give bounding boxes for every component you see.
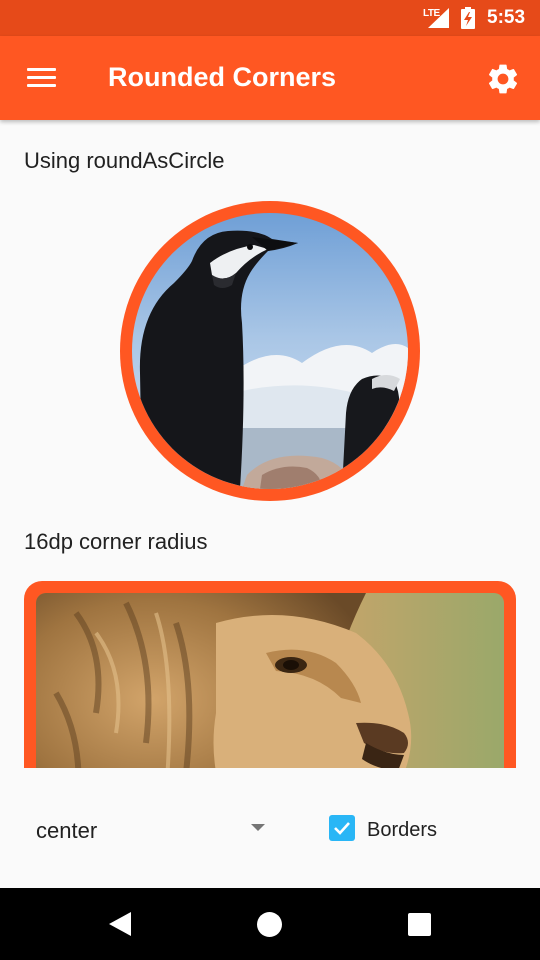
menu-icon[interactable]	[22, 62, 62, 94]
lion-image	[36, 593, 504, 768]
checkmark-icon	[334, 822, 350, 835]
page-title: Rounded Corners	[108, 62, 337, 92]
recents-icon[interactable]	[408, 913, 431, 936]
borders-checkbox[interactable]	[329, 815, 355, 841]
home-icon[interactable]	[257, 912, 282, 937]
back-icon[interactable]	[107, 911, 133, 937]
controls-panel: center Borders	[0, 768, 540, 888]
status-time: 5:53	[487, 7, 526, 28]
rounded-image-border	[24, 581, 516, 768]
borders-label[interactable]: Borders	[367, 819, 437, 842]
circle-image-border	[120, 201, 420, 501]
scale-type-selected: center	[36, 818, 98, 843]
circle-section-label: Using roundAsCircle	[24, 148, 225, 173]
dropdown-arrow-icon[interactable]	[251, 824, 265, 831]
status-bar: LTE 5:53	[0, 0, 540, 36]
navigation-bar	[0, 888, 540, 960]
penguin-image	[132, 213, 408, 489]
settings-gear-icon[interactable]	[485, 61, 521, 97]
signal-icon	[428, 8, 449, 28]
battery-charging-icon	[461, 7, 475, 29]
radius-section-label: 16dp corner radius	[24, 529, 208, 554]
content-scroll-area[interactable]: Using roundAsCircle 16dp corner radius	[0, 120, 540, 768]
app-bar: Rounded Corners	[0, 36, 540, 120]
